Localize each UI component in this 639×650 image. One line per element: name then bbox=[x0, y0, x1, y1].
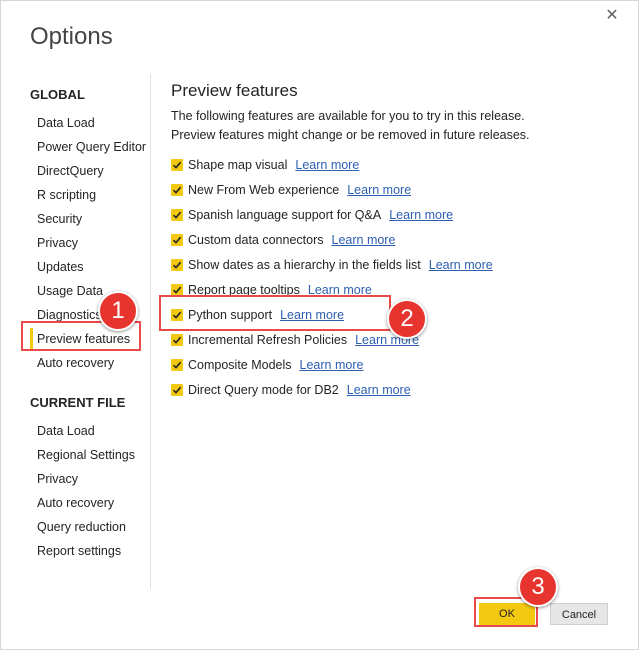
feature-label: Direct Query mode for DB2 bbox=[188, 383, 339, 397]
cancel-button[interactable]: Cancel bbox=[550, 603, 608, 625]
checkbox[interactable] bbox=[171, 234, 183, 246]
feature-label: Shape map visual bbox=[188, 158, 288, 172]
feature-label: Show dates as a hierarchy in the fields … bbox=[188, 258, 421, 272]
sidebar-item-data-load[interactable]: Data Load bbox=[37, 116, 95, 130]
checkbox[interactable] bbox=[171, 159, 183, 171]
feature-label: Incremental Refresh Policies bbox=[188, 333, 348, 347]
current-file-section-heading: CURRENT FILE bbox=[30, 395, 126, 410]
close-icon[interactable]: ✕ bbox=[603, 7, 621, 25]
step-badge-3: 3 bbox=[518, 567, 558, 607]
learn-more-link[interactable]: Learn more bbox=[295, 158, 359, 172]
sidebar-item-report-settings[interactable]: Report settings bbox=[37, 544, 121, 558]
sidebar-item-diagnostics[interactable]: Diagnostics bbox=[37, 308, 102, 322]
sidebar-item-updates[interactable]: Updates bbox=[37, 260, 84, 274]
page-title: Preview features bbox=[171, 81, 298, 100]
sidebar-item-r-scripting[interactable]: R scripting bbox=[37, 188, 96, 202]
sidebar-item-current-auto-recovery[interactable]: Auto recovery bbox=[37, 496, 114, 510]
sidebar-item-query-reduction[interactable]: Query reduction bbox=[37, 520, 126, 534]
checkbox[interactable] bbox=[171, 184, 183, 196]
sidebar-item-power-query-editor[interactable]: Power Query Editor bbox=[37, 140, 146, 154]
sidebar-item-privacy[interactable]: Privacy bbox=[37, 236, 78, 250]
feature-label: Composite Models bbox=[188, 358, 292, 372]
options-dialog: ✕ Options GLOBAL Data Load Power Query E… bbox=[0, 0, 639, 650]
checkbox[interactable] bbox=[171, 209, 183, 221]
checkbox[interactable] bbox=[171, 259, 183, 271]
feature-label: Spanish language support for Q&A bbox=[188, 208, 382, 222]
learn-more-link[interactable]: Learn more bbox=[347, 383, 411, 397]
sidebar-item-current-data-load[interactable]: Data Load bbox=[37, 424, 95, 438]
step-badge-1: 1 bbox=[98, 291, 138, 331]
feature-label: Custom data connectors bbox=[188, 233, 324, 247]
sidebar-item-directquery[interactable]: DirectQuery bbox=[37, 164, 104, 178]
page-description: The following features are available for… bbox=[171, 109, 530, 142]
checkbox[interactable] bbox=[171, 359, 183, 371]
learn-more-link[interactable]: Learn more bbox=[389, 208, 453, 222]
sidebar-item-current-privacy[interactable]: Privacy bbox=[37, 472, 78, 486]
sidebar-divider bbox=[150, 74, 151, 589]
checkbox[interactable] bbox=[171, 334, 183, 346]
sidebar-item-usage-data[interactable]: Usage Data bbox=[37, 284, 103, 298]
step-badge-2: 2 bbox=[387, 299, 427, 339]
learn-more-link[interactable]: Learn more bbox=[347, 183, 411, 197]
learn-more-link[interactable]: Learn more bbox=[429, 258, 493, 272]
dialog-title: Options bbox=[30, 23, 113, 50]
highlight-box-python-support bbox=[159, 295, 391, 331]
learn-more-link[interactable]: Learn more bbox=[332, 233, 396, 247]
global-section-heading: GLOBAL bbox=[30, 87, 85, 102]
sidebar-item-auto-recovery[interactable]: Auto recovery bbox=[37, 356, 114, 370]
feature-label: New From Web experience bbox=[188, 183, 340, 197]
sidebar-item-regional-settings[interactable]: Regional Settings bbox=[37, 448, 135, 462]
learn-more-link[interactable]: Learn more bbox=[300, 358, 364, 372]
sidebar-item-security[interactable]: Security bbox=[37, 212, 82, 226]
checkbox[interactable] bbox=[171, 384, 183, 396]
